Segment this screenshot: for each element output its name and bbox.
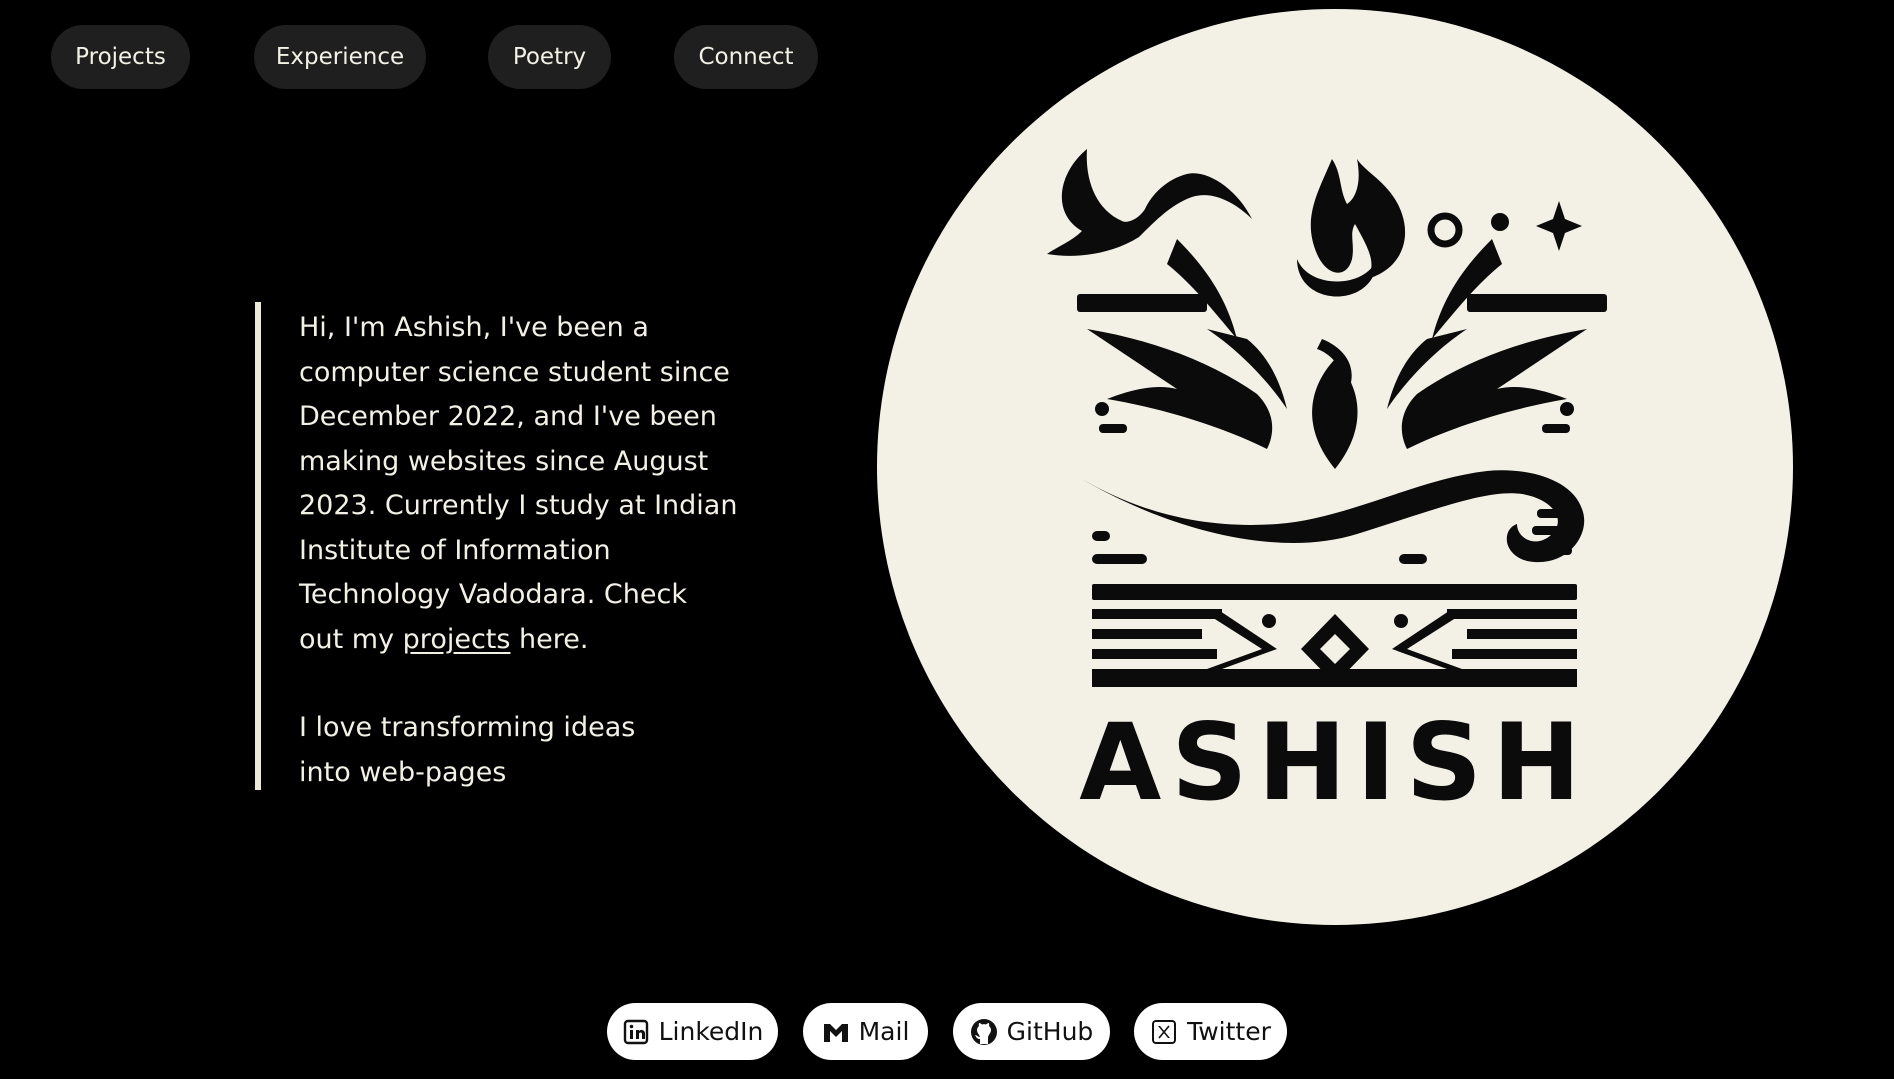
nav-poetry-button[interactable]: Poetry <box>488 25 611 89</box>
linkedin-label: LinkedIn <box>658 1017 764 1046</box>
github-icon <box>970 1018 998 1046</box>
projects-link[interactable]: projects <box>403 624 511 655</box>
x-twitter-icon <box>1150 1018 1178 1046</box>
nav-projects-button[interactable]: Projects <box>51 25 190 89</box>
intro-text: Hi, I'm Ashish, I've been a computer sci… <box>299 312 738 655</box>
twitter-label: Twitter <box>1187 1017 1271 1046</box>
page: Projects Experience Poetry Connect Hi, I… <box>0 0 1894 1079</box>
logo-wordmark: ASHISH <box>1079 701 1591 824</box>
mail-button[interactable]: Mail <box>803 1003 928 1060</box>
ashish-logo-emblem: ASHISH <box>1047 149 1607 824</box>
linkedin-icon <box>622 1018 650 1046</box>
nav-connect-button[interactable]: Connect <box>674 25 818 89</box>
github-button[interactable]: GitHub <box>953 1003 1110 1060</box>
tagline: I love transforming ideas into web-pages <box>299 712 636 788</box>
intro-paragraph: Hi, I'm Ashish, I've been a computer sci… <box>299 306 739 662</box>
mail-icon <box>822 1018 850 1046</box>
linkedin-button[interactable]: LinkedIn <box>607 1003 778 1060</box>
twitter-button[interactable]: Twitter <box>1134 1003 1287 1060</box>
mail-label: Mail <box>858 1017 910 1046</box>
intro-blockquote: Hi, I'm Ashish, I've been a computer sci… <box>255 302 737 790</box>
intro-text-end: here. <box>510 623 589 655</box>
nav-experience-button[interactable]: Experience <box>254 25 426 89</box>
github-label: GitHub <box>1006 1017 1094 1046</box>
logo-circle: ASHISH <box>877 9 1793 925</box>
